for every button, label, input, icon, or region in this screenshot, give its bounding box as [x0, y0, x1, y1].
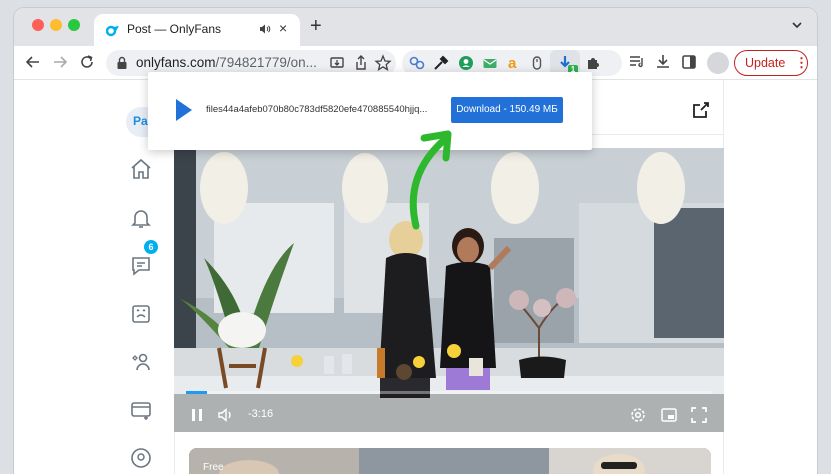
download-button[interactable]: Download - 150.49 МБ — [451, 97, 563, 123]
update-label: Update — [745, 56, 786, 70]
pause-icon[interactable] — [188, 406, 206, 424]
play-icon[interactable] — [174, 97, 194, 123]
download-button-label: Download - 150.49 МБ — [456, 104, 558, 115]
messages-icon[interactable] — [129, 254, 153, 278]
speaker-icon[interactable] — [259, 23, 271, 35]
side-panel-icon[interactable] — [680, 53, 698, 71]
messages-badge: 6 — [144, 240, 158, 254]
media-queue-icon[interactable] — [628, 53, 646, 71]
annotation-arrow-icon — [409, 130, 452, 230]
settings-gear-icon[interactable] — [629, 406, 647, 424]
tab-close-button[interactable]: × — [279, 20, 287, 36]
mail-extension-icon[interactable] — [481, 54, 499, 72]
video-progress-bar[interactable] — [186, 391, 712, 394]
picture-in-picture-icon[interactable] — [660, 406, 678, 424]
bookmark-star-icon[interactable] — [374, 54, 392, 72]
video-time-remaining: -3:16 — [248, 408, 274, 420]
url-path: /794821779/on... — [215, 55, 317, 70]
video-progress-fill — [186, 391, 208, 394]
extensions-puzzle-icon[interactable] — [584, 54, 602, 72]
eyedropper-extension-icon[interactable] — [432, 54, 450, 72]
browser-window: Post — OnlyFans × + onlyfans.com/7948217… — [14, 8, 817, 474]
download-filename: files44a4afeb070b80c783df5820efe47088554… — [206, 104, 428, 115]
url-host: onlyfans.com — [136, 55, 216, 70]
home-icon[interactable] — [129, 157, 153, 181]
maximize-window-button[interactable] — [68, 19, 80, 31]
volume-icon[interactable] — [217, 406, 235, 424]
link-extension-icon[interactable] — [408, 54, 426, 72]
next-post-preview[interactable]: Free — [189, 448, 711, 474]
share-page-icon[interactable] — [352, 54, 370, 72]
lock-icon[interactable] — [116, 56, 128, 70]
free-post-label: Free — [203, 462, 224, 473]
download-popup: files44a4afeb070b80c783df5820efe47088554… — [148, 72, 592, 150]
forward-arrow-icon[interactable] — [51, 53, 69, 71]
onlyfans-favicon-icon — [106, 25, 119, 37]
svg-text:a: a — [508, 55, 517, 72]
url-text[interactable]: onlyfans.com/794821779/on... — [136, 55, 317, 70]
update-button[interactable]: Update ⋮ — [734, 50, 808, 76]
tab-onlyfans-post[interactable]: Post — OnlyFans × — [94, 14, 300, 46]
next-post-image — [189, 448, 711, 474]
green-extension-icon[interactable] — [457, 54, 475, 72]
profile-avatar[interactable] — [707, 52, 729, 74]
minimize-window-button[interactable] — [50, 19, 62, 31]
install-app-icon[interactable] — [328, 54, 346, 72]
amazon-extension-icon[interactable]: a — [504, 54, 522, 72]
reload-icon[interactable] — [78, 53, 96, 71]
share-icon[interactable] — [691, 100, 711, 120]
fullscreen-icon[interactable] — [690, 406, 708, 424]
close-window-button[interactable] — [32, 19, 44, 31]
profile-short-name: Pa — [133, 114, 148, 128]
subscriptions-icon[interactable] — [129, 350, 153, 374]
chevron-down-icon[interactable] — [790, 18, 804, 32]
new-tab-button[interactable]: + — [310, 15, 322, 38]
collections-icon[interactable] — [129, 302, 153, 326]
back-arrow-icon[interactable] — [24, 53, 42, 71]
more-menu-icon[interactable]: ⋮ — [795, 55, 808, 71]
card-add-icon[interactable] — [129, 398, 153, 422]
tab-bar: Post — OnlyFans × + — [14, 8, 817, 46]
bell-icon[interactable] — [129, 206, 153, 230]
mouse-extension-icon[interactable] — [528, 54, 546, 72]
tab-title: Post — OnlyFans — [127, 22, 222, 36]
downloads-icon[interactable] — [654, 53, 672, 71]
profile-icon[interactable] — [129, 446, 153, 470]
